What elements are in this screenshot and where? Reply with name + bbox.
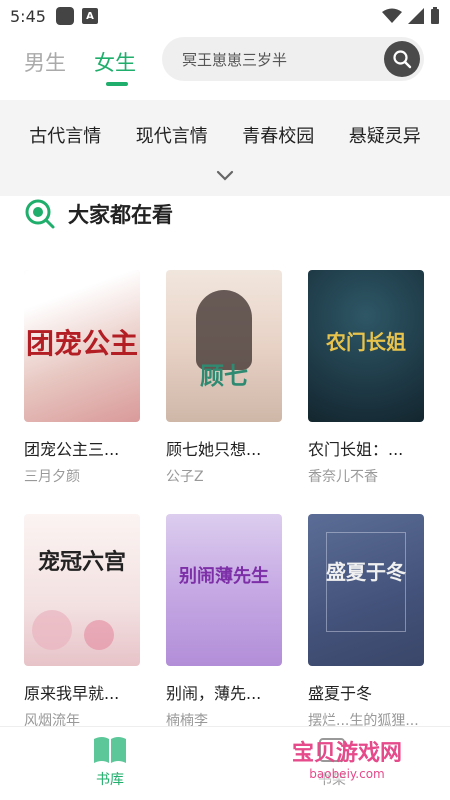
- category-xiandai[interactable]: 现代言情: [136, 122, 208, 148]
- book-title[interactable]: 别闹，薄先...: [166, 680, 284, 704]
- book-cover[interactable]: 顾七: [166, 270, 282, 422]
- category-bar: 古代言情 现代言情 青春校园 悬疑灵异: [0, 100, 450, 196]
- status-indicators: [382, 7, 440, 25]
- tab-female[interactable]: 女生: [94, 34, 136, 90]
- cover-title: 宠冠六宫: [37, 549, 126, 575]
- book-card[interactable]: 宠冠六宫 原来我早就... 风烟流年: [24, 514, 142, 730]
- book-cover[interactable]: 农门长姐: [308, 270, 424, 422]
- book-card[interactable]: 团宠公主 团宠公主三... 三月夕颜: [24, 270, 142, 486]
- book-author: 香奈儿不香: [308, 469, 378, 485]
- book-card[interactable]: 盛夏于冬 盛夏于冬 摆烂...生的狐狸...: [308, 514, 426, 730]
- watermark-main: 宝贝游戏网: [291, 741, 402, 766]
- book-card[interactable]: 农门长姐 农门长姐：... 香奈儿不香: [308, 270, 426, 486]
- battery-icon: [431, 7, 439, 24]
- cover-title: 团宠公主: [25, 327, 138, 360]
- book-title[interactable]: 团宠公主三...: [24, 436, 142, 460]
- app-notification-icon: A: [81, 8, 98, 24]
- cover-title: 盛夏于冬: [326, 560, 406, 584]
- book-title[interactable]: 原来我早就...: [24, 680, 142, 704]
- book-title[interactable]: 盛夏于冬: [308, 680, 426, 704]
- book-author: 公子Z: [166, 469, 204, 485]
- search-button[interactable]: [384, 41, 420, 77]
- search-icon: [393, 50, 412, 69]
- book-cover[interactable]: 盛夏于冬: [308, 514, 424, 666]
- book-cover[interactable]: 别闹薄先生: [166, 514, 282, 666]
- section-header: 大家都在看: [24, 196, 173, 232]
- book-card[interactable]: 顾七 顾七她只想... 公子Z: [166, 270, 284, 486]
- cover-title: 农门长姐: [326, 330, 406, 354]
- book-author: 三月夕颜: [24, 469, 80, 485]
- book-icon: [94, 737, 126, 763]
- book-title[interactable]: 农门长姐：...: [308, 436, 426, 460]
- cover-title: 顾七: [200, 361, 248, 390]
- discover-icon: [25, 199, 55, 229]
- status-bar: 5:45 A: [0, 0, 450, 32]
- watermark-sub: baobeiy.com: [309, 767, 385, 781]
- status-time: 5:45: [10, 6, 46, 26]
- book-cover[interactable]: 团宠公主: [24, 270, 140, 422]
- nav-library-label: 书库: [96, 772, 124, 788]
- category-gudai[interactable]: 古代言情: [29, 122, 101, 148]
- category-qingchun[interactable]: 青春校园: [242, 122, 314, 148]
- cover-title: 别闹薄先生: [179, 566, 269, 587]
- section-title: 大家都在看: [68, 203, 173, 227]
- chevron-down-icon[interactable]: [216, 170, 234, 182]
- book-card[interactable]: 别闹薄先生 别闹，薄先... 楠楠李: [166, 514, 284, 730]
- search-input[interactable]: 冥王崽崽三岁半: [182, 49, 287, 70]
- nav-library[interactable]: 书库: [92, 735, 128, 789]
- category-xuanyi[interactable]: 悬疑灵异: [349, 122, 421, 148]
- wifi-icon: [382, 8, 402, 23]
- search-bar[interactable]: 冥王崽崽三岁半: [162, 37, 424, 81]
- signal-icon: [408, 8, 424, 24]
- header: 男生 女生 冥王崽崽三岁半: [0, 34, 450, 90]
- book-title[interactable]: 顾七她只想...: [166, 436, 284, 460]
- tab-male[interactable]: 男生: [24, 34, 66, 90]
- book-cover[interactable]: 宠冠六宫: [24, 514, 140, 666]
- watermark: 宝贝游戏网 baobeiy.com: [272, 726, 422, 790]
- notification-icon: [55, 7, 74, 25]
